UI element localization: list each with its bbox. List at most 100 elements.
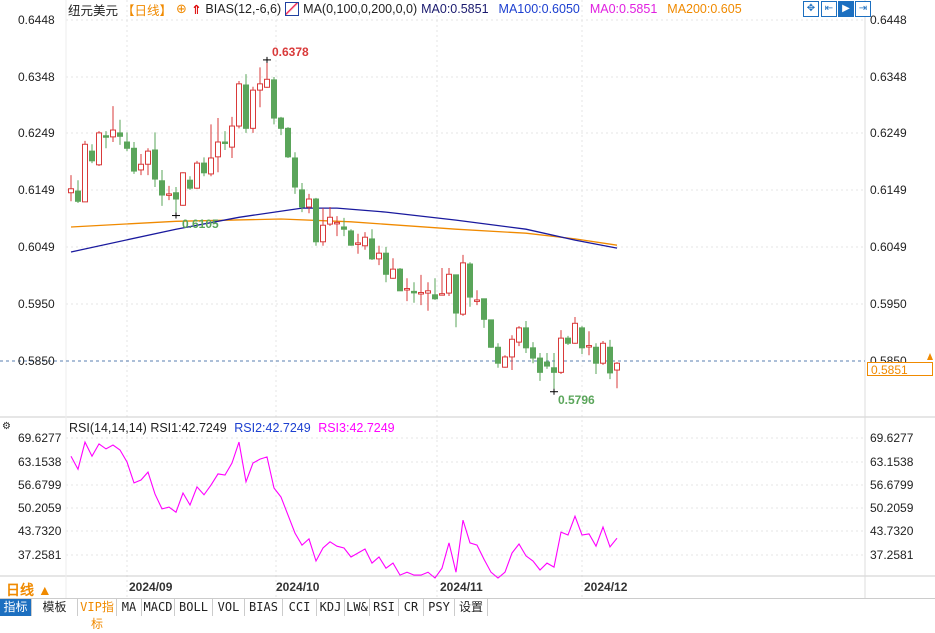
candle bbox=[600, 340, 606, 365]
add-indicator-icon[interactable]: ⊕ bbox=[176, 1, 187, 17]
rsi-tick: 43.7320 bbox=[18, 524, 62, 538]
candle bbox=[523, 321, 529, 353]
candle-body bbox=[145, 150, 151, 165]
candle-body bbox=[229, 125, 235, 148]
price-tick: 0.6249 bbox=[870, 126, 907, 140]
candle bbox=[68, 175, 74, 202]
candle bbox=[558, 330, 564, 375]
zoom-in-icon: ⇤ bbox=[824, 3, 834, 14]
candle bbox=[411, 282, 417, 303]
indicator-toolbar: 指标 模板 VIP指标 MA MACD BOLL VOL BIAS CCI KD… bbox=[0, 598, 935, 631]
candle-body bbox=[502, 356, 508, 368]
price-tick: 0.6049 bbox=[870, 240, 907, 254]
price-tick: 0.5950 bbox=[870, 297, 907, 311]
candle-body bbox=[250, 89, 256, 129]
tab-kdj[interactable]: KDJ bbox=[317, 599, 345, 616]
candle bbox=[131, 142, 137, 174]
zoom-out-button[interactable]: ▶ bbox=[838, 1, 854, 17]
candle-body bbox=[306, 198, 312, 208]
tab-macd[interactable]: MACD bbox=[142, 599, 175, 616]
candle-body bbox=[355, 242, 361, 245]
bias-indicator[interactable]: BIAS(12,-6,6) bbox=[205, 2, 281, 16]
rsi-tick: 56.6799 bbox=[870, 478, 914, 492]
candle-body bbox=[159, 180, 165, 196]
candle bbox=[509, 335, 515, 371]
candle bbox=[89, 144, 95, 164]
candle bbox=[145, 148, 151, 176]
candle-body bbox=[495, 346, 501, 364]
candle-body bbox=[68, 188, 74, 194]
tab-rsi[interactable]: RSI bbox=[370, 599, 399, 616]
candle-body bbox=[117, 132, 123, 137]
candle-body bbox=[299, 189, 305, 208]
tab-psy[interactable]: PSY bbox=[424, 599, 455, 616]
candle bbox=[285, 127, 291, 158]
candle bbox=[243, 74, 249, 133]
candle bbox=[355, 233, 361, 254]
candle bbox=[607, 339, 613, 380]
ma100-value: MA100:0.6050 bbox=[498, 2, 580, 16]
candle-body bbox=[110, 129, 116, 138]
rsi-title[interactable]: RSI(14,14,14) bbox=[69, 421, 147, 435]
candle-body bbox=[320, 224, 326, 243]
candle-body bbox=[523, 327, 529, 349]
tab-bias[interactable]: BIAS bbox=[245, 599, 283, 616]
period-selector[interactable]: 日线 ▲ bbox=[6, 580, 52, 600]
candle-body bbox=[348, 230, 354, 246]
candle-body bbox=[362, 236, 368, 247]
candle-body bbox=[411, 290, 417, 294]
candle-body bbox=[404, 288, 410, 291]
tab-cci[interactable]: CCI bbox=[283, 599, 317, 616]
candle bbox=[159, 169, 165, 206]
price-tick: 0.6448 bbox=[870, 13, 907, 27]
red-up-arrow-icon: ⇑ bbox=[190, 2, 202, 17]
candle-body bbox=[152, 149, 158, 180]
zoom-in-button[interactable]: ⇤ bbox=[821, 1, 837, 17]
rsi2-value: RSI2:42.7249 bbox=[234, 421, 311, 435]
candle-body bbox=[474, 299, 480, 302]
candle bbox=[446, 268, 452, 296]
candle bbox=[292, 152, 298, 194]
candle-body bbox=[439, 293, 445, 296]
date-tick: 2024/12 bbox=[584, 580, 628, 594]
tab-ma[interactable]: MA bbox=[117, 599, 142, 616]
candle bbox=[397, 268, 403, 292]
candle bbox=[180, 172, 186, 206]
tab-settings[interactable]: 设置 bbox=[455, 599, 488, 616]
candle-body bbox=[271, 79, 277, 119]
candle-body bbox=[551, 367, 557, 373]
candle bbox=[418, 274, 424, 306]
tab-indicators[interactable]: 指标 bbox=[0, 599, 32, 616]
rsi1-value: RSI1:42.7249 bbox=[150, 421, 227, 435]
tab-vol[interactable]: VOL bbox=[213, 599, 245, 616]
candle-body bbox=[327, 216, 333, 225]
candle bbox=[187, 176, 193, 190]
candle bbox=[516, 326, 522, 347]
tab-vip-indicators[interactable]: VIP指标 bbox=[78, 599, 117, 631]
candle bbox=[586, 331, 592, 356]
ma200-value: MA200:0.605 bbox=[667, 2, 742, 16]
candle bbox=[117, 119, 123, 145]
chart-canvas[interactable] bbox=[0, 0, 935, 615]
candle bbox=[215, 118, 221, 173]
candle bbox=[103, 131, 109, 149]
ma-setting[interactable]: MA(0,100,0,200,0,0) bbox=[303, 2, 417, 16]
candle-body bbox=[565, 337, 571, 344]
scroll-end-button[interactable]: ⇥ bbox=[855, 1, 871, 17]
tab-templates[interactable]: 模板 bbox=[32, 599, 78, 616]
candle bbox=[208, 124, 214, 177]
symbol-name: 纽元美元 bbox=[68, 3, 119, 18]
tab-cr[interactable]: CR bbox=[399, 599, 424, 616]
candle-body bbox=[446, 273, 452, 294]
price-tick: 0.6348 bbox=[870, 70, 907, 84]
candle-body bbox=[82, 143, 88, 203]
tab-lwr[interactable]: LW& bbox=[345, 599, 370, 616]
period-label[interactable]: 【日线】 bbox=[122, 0, 172, 19]
tab-boll[interactable]: BOLL bbox=[175, 599, 213, 616]
candle-body bbox=[341, 226, 347, 230]
candle bbox=[530, 342, 536, 364]
rsi-gear-icon[interactable]: ⚙ bbox=[2, 421, 11, 432]
candle bbox=[579, 326, 585, 355]
crosshair-button[interactable]: ✥ bbox=[803, 1, 819, 17]
candle-body bbox=[558, 337, 564, 373]
